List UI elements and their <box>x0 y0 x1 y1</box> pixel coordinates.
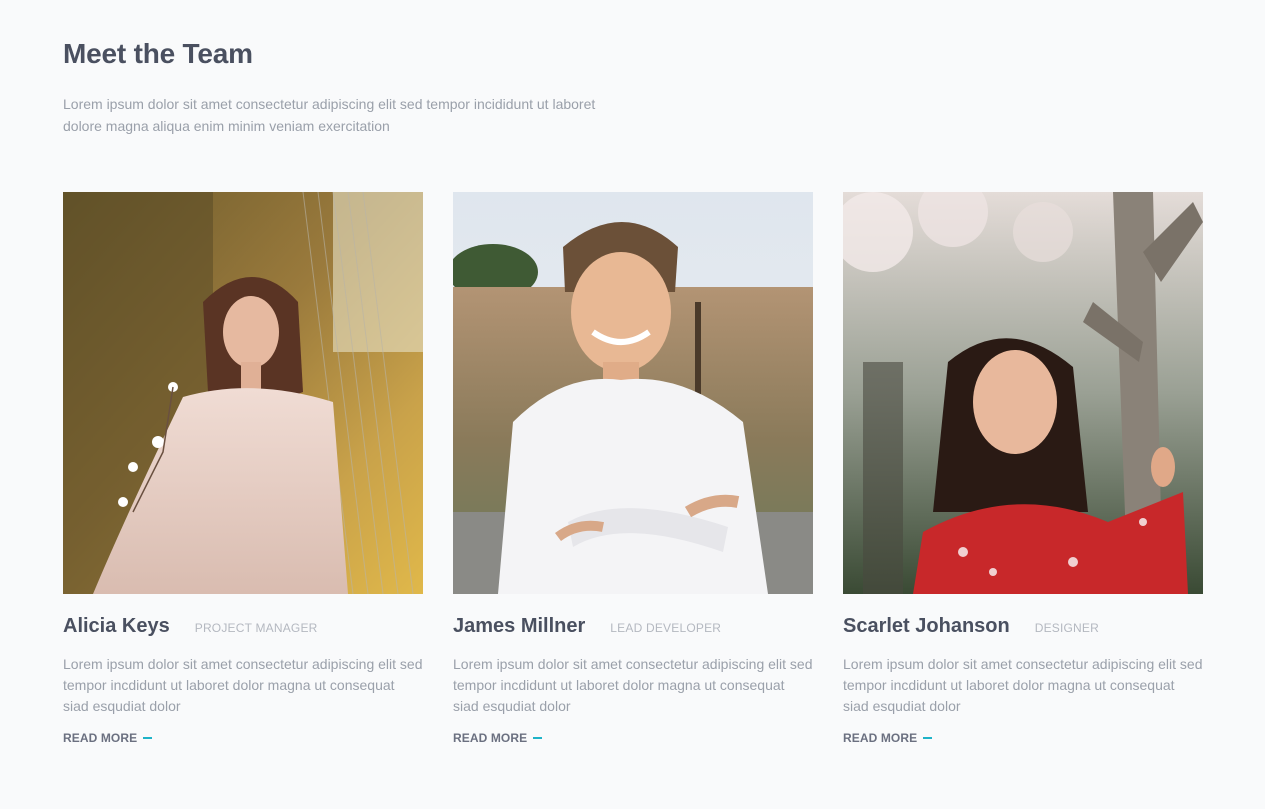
read-more-label: READ MORE <box>63 731 138 745</box>
member-bio: Lorem ipsum dolor sit amet consectetur a… <box>843 656 1203 714</box>
team-member-card: Alicia Keys PROJECT MANAGER Lorem ipsum … <box>63 192 423 747</box>
member-role: LEAD DEVELOPER <box>610 621 722 635</box>
read-more-link[interactable]: READ MORE <box>63 731 153 745</box>
section-intro: Lorem ipsum dolor sit amet consectetur a… <box>63 96 596 134</box>
read-more-link[interactable]: READ MORE <box>843 731 933 745</box>
read-more-link[interactable]: READ MORE <box>453 731 543 745</box>
member-name: Alicia Keys <box>63 615 170 637</box>
member-role: PROJECT MANAGER <box>194 621 318 635</box>
member-name-row: James Millner LEAD DEVELOPER <box>453 615 813 641</box>
member-name: Scarlet Johanson <box>843 615 1010 637</box>
member-role: DESIGNER <box>1034 621 1099 635</box>
team-section: Meet the Team Lorem ipsum dolor sit amet… <box>0 0 1265 809</box>
read-more-label: READ MORE <box>453 731 528 745</box>
member-bio: Lorem ipsum dolor sit amet consectetur a… <box>63 656 423 714</box>
team-member-photo <box>453 192 813 594</box>
dash-icon <box>143 737 153 739</box>
read-more-label: READ MORE <box>843 731 918 745</box>
dash-icon <box>923 737 933 739</box>
team-member-photo <box>843 192 1203 594</box>
team-member-photo <box>63 192 423 594</box>
member-name: James Millner <box>453 615 586 637</box>
member-name-row: Alicia Keys PROJECT MANAGER <box>63 615 423 641</box>
dash-icon <box>533 737 543 739</box>
team-member-card: Scarlet Johanson DESIGNER Lorem ipsum do… <box>843 192 1203 747</box>
member-bio: Lorem ipsum dolor sit amet consectetur a… <box>453 656 813 714</box>
team-member-card: James Millner LEAD DEVELOPER Lorem ipsum… <box>453 192 813 747</box>
section-title: Meet the Team <box>63 38 253 69</box>
member-name-row: Scarlet Johanson DESIGNER <box>843 615 1203 641</box>
